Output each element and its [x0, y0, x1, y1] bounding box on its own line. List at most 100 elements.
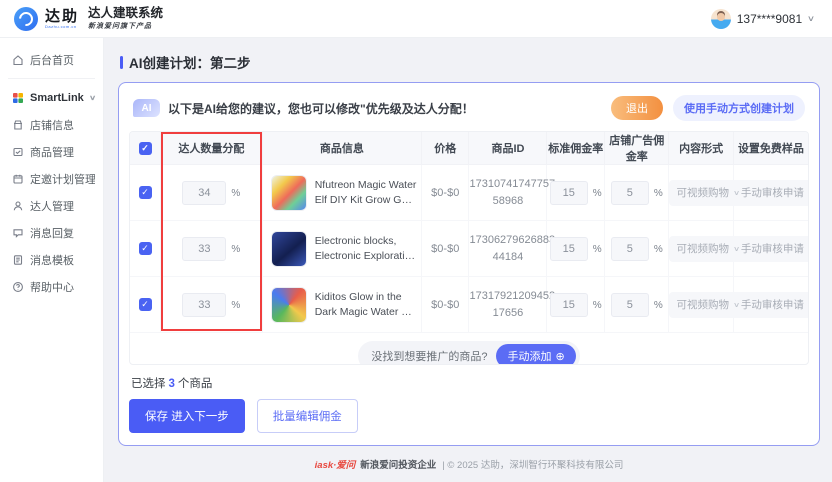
select-all-checkbox[interactable]: ✓: [139, 142, 152, 155]
selected-count: 3: [169, 378, 175, 390]
check-icon: ✓: [141, 187, 149, 198]
sidebar-item-invitation-plan[interactable]: 定邀计划管理: [0, 165, 103, 192]
sidebar-item-product-management[interactable]: 商品管理: [0, 138, 103, 165]
allocation-input[interactable]: [182, 181, 226, 205]
batch-edit-commission-button[interactable]: 批量编辑佣金: [257, 399, 358, 433]
column-header-content-form: 内容形式: [669, 132, 733, 165]
save-next-button[interactable]: 保存 进入下一步: [129, 399, 245, 433]
allocation-input[interactable]: [182, 293, 226, 317]
manual-add-button[interactable]: 手动添加 ⊕: [496, 344, 575, 365]
product-name: Kiditos Glow in the Dark Magic Water Elf…: [315, 290, 417, 319]
page-footer: iask·爱问新浪爱问投资企业 | © 2025 达助，深圳智行环聚科技有限公司: [118, 446, 820, 471]
ai-plan-card: AI 以下是AI给您的建议，您也可以修改"优先级及达人分配！ 退出 使用手动方式…: [118, 82, 820, 446]
table-header-row: ✓ 达人数量分配 商品信息 价格 商品ID 标准佣金率 店铺广告佣金率 内容形式…: [130, 132, 808, 165]
manual-create-button[interactable]: 使用手动方式创建计划: [673, 95, 805, 121]
percent-sign: %: [654, 300, 663, 311]
check-icon: ✓: [141, 143, 149, 154]
ad-commission-input[interactable]: [611, 181, 649, 205]
chevron-down-icon: ∨: [733, 189, 740, 197]
logo-text: 达助: [45, 9, 79, 24]
allocation-input[interactable]: [182, 237, 226, 261]
not-found-text: 没找到想要推广的商品?: [371, 348, 487, 364]
selected-summary: 已选择3个商品: [131, 375, 807, 391]
free-sample-select[interactable]: 手动审核申请∨: [734, 292, 809, 318]
free-sample-select[interactable]: 手动审核申请∨: [734, 180, 809, 206]
sidebar-item-help-center[interactable]: 帮助中心: [0, 273, 103, 300]
logo-domain: Dazhu.com.cn: [45, 24, 79, 29]
not-found-pill: 没找到想要推广的商品? 手动添加 ⊕: [358, 341, 579, 365]
percent-sign: %: [593, 188, 602, 199]
ad-commission-input[interactable]: [611, 237, 649, 261]
person-icon: [12, 200, 24, 212]
check-icon: ✓: [141, 243, 149, 254]
row-checkbox[interactable]: ✓: [139, 186, 152, 199]
sidebar-item-dashboard[interactable]: 后台首页: [0, 46, 103, 73]
standard-commission-input[interactable]: [550, 293, 588, 317]
sidebar-item-shop-info[interactable]: 店铺信息: [0, 111, 103, 138]
document-icon: [12, 254, 24, 266]
product-thumbnail: [271, 175, 307, 211]
chevron-down-icon: ∨: [733, 245, 740, 253]
logo-icon: [14, 7, 38, 31]
column-header-allocation: 达人数量分配: [161, 132, 263, 165]
standard-commission-input[interactable]: [550, 237, 588, 261]
product-icon: [12, 146, 24, 158]
footer-copyright: | © 2025 达助，深圳智行环聚科技有限公司: [442, 460, 623, 471]
product-name: Nfutreon Magic Water Elf DIY Kit Grow Ge…: [315, 178, 417, 207]
percent-sign: %: [654, 244, 663, 255]
smartlinks-icon: [12, 92, 24, 104]
column-header-product-id: 商品ID: [469, 132, 547, 165]
page-title: AI创建计划：第二步: [129, 52, 251, 72]
avatar: [711, 9, 731, 29]
free-sample-select[interactable]: 手动审核申请∨: [734, 236, 809, 262]
product-price: $0-$0: [422, 277, 469, 333]
column-header-free-sample: 设置免费样品: [733, 132, 808, 165]
sidebar-divider: [8, 78, 95, 79]
table-row: ✓ % Electronic blocks, Electronic Explor…: [130, 221, 808, 277]
sidebar: 后台首页 SmartLinks ∨ 店铺信息 商品管理 定邀计划管理: [0, 38, 104, 482]
title-accent-bar: [120, 56, 123, 69]
calendar-icon: [12, 173, 24, 185]
percent-sign: %: [654, 188, 663, 199]
top-header: 达助 Dazhu.com.cn 达人建联系统 新浪爱问旗下产品 137****9…: [0, 0, 832, 38]
chevron-down-icon: ∨: [808, 189, 809, 197]
footer-company: 新浪爱问投资企业: [360, 460, 436, 471]
product-table: ✓ 达人数量分配 商品信息 价格 商品ID 标准佣金率 店铺广告佣金率 内容形式…: [129, 131, 809, 365]
home-icon: [12, 54, 24, 66]
app-logo: 达助 Dazhu.com.cn 达人建联系统 新浪爱问旗下产品: [14, 6, 163, 30]
ai-suggestion-text: 以下是AI给您的建议，您也可以修改"优先级及达人分配！: [168, 100, 474, 117]
chat-icon: [12, 227, 24, 239]
column-header-price: 价格: [422, 132, 469, 165]
row-checkbox[interactable]: ✓: [139, 298, 152, 311]
percent-sign: %: [231, 244, 240, 255]
percent-sign: %: [231, 188, 240, 199]
chevron-down-icon: ∨: [807, 14, 815, 23]
account-phone: 137****9081: [737, 12, 802, 26]
column-header-product: 商品信息: [262, 132, 421, 165]
shop-icon: [12, 119, 24, 131]
percent-sign: %: [593, 300, 602, 311]
product-price: $0-$0: [422, 221, 469, 277]
product-thumbnail: [271, 287, 307, 323]
sidebar-item-message-reply[interactable]: 消息回复: [0, 219, 103, 246]
product-id: 1731792120945217656: [469, 277, 547, 333]
standard-commission-input[interactable]: [550, 181, 588, 205]
sidebar-item-message-template[interactable]: 消息模板: [0, 246, 103, 273]
chevron-down-icon: ∨: [808, 301, 809, 309]
column-header-ad-commission: 店铺广告佣金率: [605, 132, 669, 165]
brand-title: 达人建联系统: [88, 6, 163, 20]
product-id: 1730627962688344184: [469, 221, 547, 277]
exit-button[interactable]: 退出: [611, 96, 663, 120]
product-thumbnail: [271, 231, 307, 267]
ai-badge-icon: AI: [133, 99, 160, 117]
ad-commission-input[interactable]: [611, 293, 649, 317]
plus-icon: ⊕: [555, 350, 564, 363]
chevron-down-icon: ∨: [733, 301, 740, 309]
sidebar-item-smartlinks[interactable]: SmartLinks ∨: [0, 84, 103, 111]
table-row: ✓ % Kiditos Glow in the Dark Magic Water…: [130, 277, 808, 333]
iask-logo: iask·爱问: [315, 460, 356, 471]
account-menu[interactable]: 137****9081 ∨: [711, 9, 814, 29]
product-price: $0-$0: [422, 165, 469, 221]
sidebar-item-talent-management[interactable]: 达人管理: [0, 192, 103, 219]
row-checkbox[interactable]: ✓: [139, 242, 152, 255]
